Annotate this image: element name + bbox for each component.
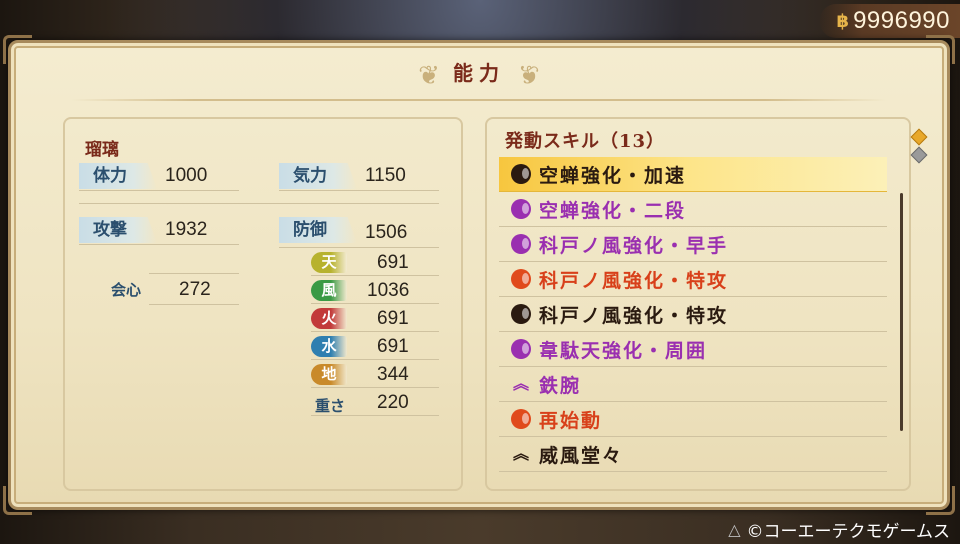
footer-bar: △ ©コーエーテクモゲームス	[640, 514, 960, 544]
element-badge-earth: 地	[311, 364, 347, 385]
element-value-fire: 691	[377, 308, 409, 329]
coin-icon: ฿	[836, 10, 850, 32]
skill-name: 科戸ノ風強化・特攻	[539, 304, 729, 327]
skills-title: 発動スキル（13）	[505, 131, 666, 152]
title-divider	[71, 99, 887, 101]
divider	[311, 415, 439, 416]
skill-item[interactable]: 再始動	[499, 402, 887, 437]
purple-orb-icon	[511, 339, 531, 359]
skill-name: 空蝉強化・二段	[539, 199, 687, 222]
ki-label: 気力	[279, 163, 357, 189]
divider	[279, 247, 439, 248]
critical-value: 272	[179, 279, 211, 300]
currency-display: ฿ 9996990	[820, 4, 960, 38]
laurel-right-icon: ❦	[518, 60, 540, 91]
divider	[311, 303, 439, 304]
divider	[311, 331, 439, 332]
defense-value: 1506	[365, 222, 408, 243]
element-badge-fire: 火	[311, 308, 347, 329]
divider	[279, 190, 439, 191]
divider	[79, 244, 239, 245]
divider	[149, 304, 239, 305]
attack-value: 1932	[165, 219, 208, 240]
defense-label: 防御	[279, 217, 357, 243]
element-value-wind: 1036	[367, 280, 410, 301]
element-value-heaven: 691	[377, 252, 409, 273]
ki-value: 1150	[365, 165, 406, 186]
divider	[79, 190, 239, 191]
skill-name: 科戸ノ風強化・早手	[539, 234, 729, 257]
status-box: 瑠璃 体力 1000 気力 1150 攻撃 1932 防御 1506 会心 27…	[63, 117, 463, 491]
skills-list: 空蝉強化・加速 空蝉強化・二段 科戸ノ風強化・早手 科戸ノ風強化・特攻 科戸ノ風…	[499, 157, 887, 472]
purple-chevron-icon: ︽	[512, 374, 529, 393]
currency-amount: 9996990	[853, 7, 950, 34]
character-name: 瑠璃	[85, 140, 119, 160]
corner-ornament	[926, 486, 955, 515]
skill-item[interactable]: 韋駄天強化・周囲	[499, 332, 887, 367]
panel-header: ❦ 能力 ❦	[11, 57, 947, 91]
attack-label: 攻撃	[79, 217, 157, 243]
dark-chevron-icon: ︽	[512, 444, 529, 463]
skill-item[interactable]: ︽ 鉄腕	[499, 367, 887, 402]
weight-value: 220	[377, 392, 409, 413]
hp-value: 1000	[165, 165, 208, 186]
skill-item[interactable]: 科戸ノ風強化・特攻	[499, 297, 887, 332]
panel-title: 能力	[453, 61, 505, 85]
corner-ornament	[3, 486, 32, 515]
skill-item[interactable]: 空蝉強化・二段	[499, 192, 887, 227]
hp-label: 体力	[79, 163, 157, 189]
copyright-text: ©コーエーテクモゲームス	[746, 521, 951, 542]
purple-orb-icon	[511, 199, 531, 219]
skill-item[interactable]: 空蝉強化・加速	[499, 157, 887, 192]
skill-name: 再始動	[539, 409, 603, 432]
skill-name: 鉄腕	[539, 374, 582, 397]
skill-name: 科戸ノ風強化・特攻	[539, 269, 729, 292]
page-indicator	[910, 128, 928, 167]
divider	[149, 273, 239, 274]
ability-panel: ❦ 能力 ❦ 瑠璃 体力 1000 気力 1150 攻撃 1932 防御 150…	[3, 35, 955, 515]
skill-item[interactable]: ︽ 威風堂々	[499, 437, 887, 472]
laurel-left-icon: ❦	[418, 60, 440, 91]
element-value-water: 691	[377, 336, 409, 357]
skill-item[interactable]: 科戸ノ風強化・早手	[499, 227, 887, 262]
element-badge-heaven: 天	[311, 252, 347, 273]
section-divider	[79, 203, 439, 204]
skills-box: 発動スキル（13） 空蝉強化・加速 空蝉強化・二段 科戸ノ風強化・早手 科戸ノ風…	[485, 117, 911, 491]
purple-orb-icon	[511, 234, 531, 254]
divider	[311, 387, 439, 388]
skill-item[interactable]: 科戸ノ風強化・特攻	[499, 262, 887, 297]
skill-name: 空蝉強化・加速	[539, 164, 687, 187]
divider	[311, 359, 439, 360]
element-badge-water: 水	[311, 336, 347, 357]
divider	[311, 275, 439, 276]
triangle-button-icon[interactable]: △	[728, 520, 740, 539]
page-dot-active-icon	[910, 128, 928, 146]
page-dot-icon	[910, 146, 928, 164]
skill-name: 韋駄天強化・周囲	[539, 339, 708, 362]
red-orb-icon	[511, 409, 531, 429]
dark-orb-icon	[511, 164, 531, 184]
element-value-earth: 344	[377, 364, 409, 385]
element-badge-wind: 風	[311, 280, 347, 301]
skill-name: 威風堂々	[539, 444, 624, 467]
dark-orb-icon	[511, 304, 531, 324]
skills-scrollbar[interactable]	[900, 193, 903, 431]
critical-label: 会心	[111, 281, 142, 299]
red-orb-icon	[511, 269, 531, 289]
weight-label: 重さ	[315, 397, 346, 415]
